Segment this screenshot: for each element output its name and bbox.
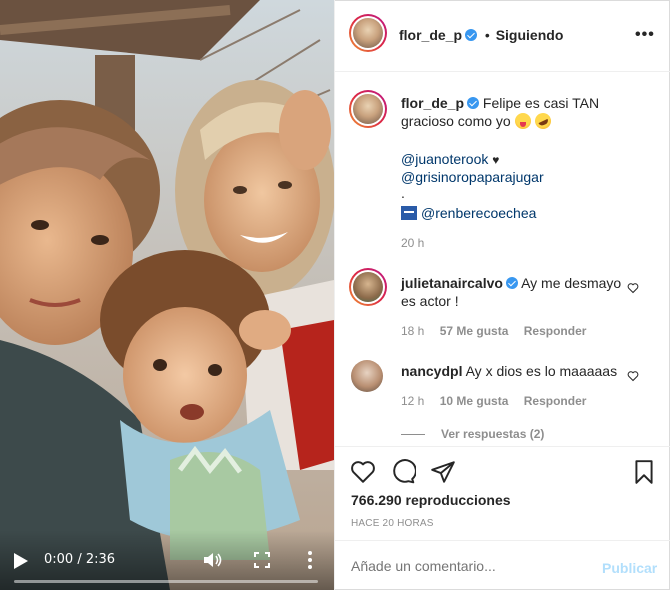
post-time-ago[interactable]: HACE 20 HORAS xyxy=(351,518,434,529)
caption-time[interactable]: 20 h xyxy=(401,236,424,250)
mention-link[interactable]: @renberecoechea xyxy=(421,205,536,221)
like-comment-heart-icon[interactable] xyxy=(627,370,639,382)
flag-icon xyxy=(401,206,417,220)
video-player[interactable]: 0:00 / 2:36 xyxy=(0,0,334,590)
post-actions: 766.290 reproducciones HACE 20 HORAS xyxy=(335,446,670,538)
heart-glyph: ♥ xyxy=(492,153,500,167)
post-header: flor_de_p • Siguiendo ••• xyxy=(335,0,670,72)
like-heart-icon[interactable] xyxy=(350,459,376,485)
mention-line-3: @renberecoechea xyxy=(401,204,536,222)
comment-text: Ay x dios es lo maaaaas xyxy=(465,363,618,379)
replies-divider xyxy=(401,434,425,435)
comment-time[interactable]: 18 h xyxy=(401,324,424,338)
comment-time[interactable]: 12 h xyxy=(401,394,424,408)
comment-bubble-icon[interactable] xyxy=(390,459,416,485)
save-bookmark-icon[interactable] xyxy=(631,459,657,485)
video-frame xyxy=(0,0,334,590)
comment-likes[interactable]: 57 Me gusta xyxy=(440,324,509,338)
publish-button[interactable]: Publicar xyxy=(602,560,657,576)
comment-likes[interactable]: 10 Me gusta xyxy=(440,394,509,408)
comment-username[interactable]: nancydpl xyxy=(401,363,462,379)
reply-button[interactable]: Responder xyxy=(524,394,587,408)
caption-avatar[interactable] xyxy=(349,90,387,128)
video-controls: 0:00 / 2:36 xyxy=(0,530,334,590)
comment-input[interactable] xyxy=(351,558,581,574)
comment-text-block: nancydpl Ay x dios es lo maaaaas xyxy=(401,362,621,380)
mention-line-1: @juanoterook ♥ xyxy=(401,150,499,169)
rolling-laugh-emoji-icon xyxy=(531,110,554,132)
like-comment-heart-icon[interactable] xyxy=(627,282,639,294)
verified-badge-icon xyxy=(467,97,480,109)
comment-avatar[interactable] xyxy=(349,268,387,306)
more-vertical-icon[interactable] xyxy=(302,550,318,570)
reply-button[interactable]: Responder xyxy=(524,324,587,338)
comments-list[interactable]: flor_de_p Felipe es casi TAN gracioso co… xyxy=(335,72,670,446)
add-comment-bar: Publicar xyxy=(335,540,670,590)
mention-line-2: @grisinoropaparajugar xyxy=(401,168,544,186)
face-tongue-emoji-icon xyxy=(514,113,531,129)
volume-icon[interactable] xyxy=(204,552,222,568)
video-progress-track[interactable] xyxy=(14,580,318,583)
view-replies-button[interactable]: Ver respuestas (2) xyxy=(441,427,544,441)
more-horizontal-icon[interactable]: ••• xyxy=(635,26,655,44)
mention-link[interactable]: @juanoterook xyxy=(401,151,488,167)
header-user: flor_de_p • Siguiendo xyxy=(399,27,563,43)
avatar[interactable] xyxy=(349,14,387,52)
caption-dot: . xyxy=(401,185,405,201)
verified-badge-icon xyxy=(465,29,478,41)
following-button[interactable]: Siguiendo xyxy=(496,27,564,43)
comment-meta: 12 h 10 Me gusta Responder xyxy=(401,394,586,408)
comment-avatar[interactable] xyxy=(351,360,383,392)
header-username[interactable]: flor_de_p xyxy=(399,27,462,43)
play-icon[interactable] xyxy=(14,553,28,569)
comment-username[interactable]: julietanaircalvo xyxy=(401,275,503,291)
caption: flor_de_p Felipe es casi TAN gracioso co… xyxy=(401,94,641,132)
video-time: 0:00 / 2:36 xyxy=(44,552,116,567)
mention-link[interactable]: @grisinoropaparajugar xyxy=(401,169,544,185)
post-side-panel: flor_de_p • Siguiendo ••• flor_de_p Feli… xyxy=(334,0,670,590)
comment-text-block: julietanaircalvo Ay me desmayo es actor … xyxy=(401,274,631,310)
caption-username[interactable]: flor_de_p xyxy=(401,95,464,111)
verified-badge-icon xyxy=(505,277,518,289)
share-paper-plane-icon[interactable] xyxy=(430,459,456,485)
view-count[interactable]: 766.290 reproducciones xyxy=(351,492,511,508)
comment-meta: 18 h 57 Me gusta Responder xyxy=(401,324,586,338)
separator: • xyxy=(484,27,490,43)
fullscreen-icon[interactable] xyxy=(254,552,270,568)
